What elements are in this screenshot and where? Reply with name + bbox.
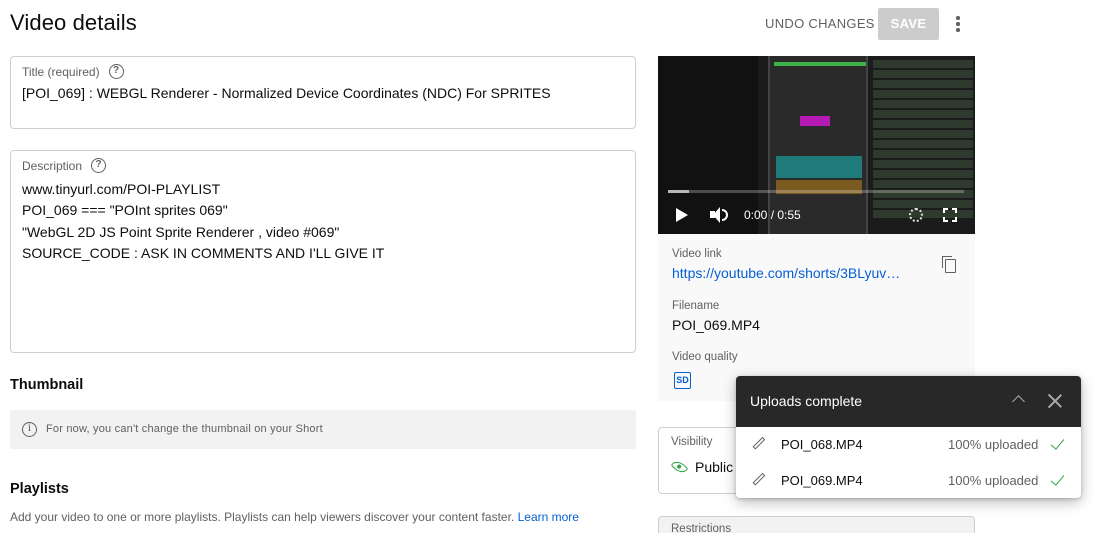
description-line: SOURCE_CODE : ASK IN COMMENTS AND I'LL G… — [22, 245, 385, 262]
description-line: POI_069 === "POInt sprites 069" — [22, 202, 228, 219]
video-progress-loaded — [668, 190, 689, 193]
video-link-label: Video link — [672, 248, 722, 260]
restrictions-label: Restrictions — [671, 523, 732, 533]
help-icon[interactable]: ? — [108, 64, 124, 79]
help-icon[interactable]: ? — [91, 158, 107, 173]
filename-value: POI_069.MP4 — [672, 317, 760, 333]
playlists-description-text: Add your video to one or more playlists.… — [10, 510, 515, 524]
pencil-icon[interactable] — [752, 436, 765, 450]
upload-item: POI_068.MP4 100% uploaded — [736, 427, 1081, 463]
title-field-label: Title (required) ? — [22, 64, 124, 79]
upload-item: POI_069.MP4 100% uploaded — [736, 463, 1081, 498]
eye-icon — [670, 458, 689, 476]
description-field[interactable]: Description ? www.tinyurl.com/POI-PLAYLI… — [10, 150, 636, 353]
video-player[interactable]: 0:00 / 0:55 — [658, 56, 975, 234]
thumbnail-note: i For now, you can't change the thumbnai… — [10, 410, 636, 449]
playlists-description: Add your video to one or more playlists.… — [10, 510, 579, 524]
video-card: 0:00 / 0:55 Video link https://youtube.c… — [658, 56, 975, 401]
more-dot — [956, 22, 960, 26]
more-dot — [956, 28, 960, 32]
volume-icon[interactable] — [710, 206, 730, 224]
description-line: "WebGL 2D JS Point Sprite Renderer , vid… — [22, 223, 340, 240]
chevron-up-icon[interactable] — [1012, 395, 1025, 408]
toast-title: Uploads complete — [750, 393, 863, 409]
restrictions-box[interactable]: Restrictions — [658, 516, 975, 533]
description-field-label: Description ? — [22, 158, 107, 173]
thumbnail-heading: Thumbnail — [10, 377, 84, 393]
upload-status: 100% uploaded — [948, 437, 1039, 452]
play-icon[interactable] — [676, 208, 688, 222]
fullscreen-icon[interactable] — [943, 208, 957, 222]
more-vert-icon[interactable] — [946, 10, 970, 38]
page-title: Video details — [10, 10, 137, 35]
upload-status: 100% uploaded — [948, 473, 1039, 488]
description-label-text: Description — [22, 158, 83, 173]
check-icon — [1050, 435, 1065, 450]
undo-changes-button[interactable]: UNDO CHANGES — [756, 8, 884, 40]
learn-more-link[interactable]: Learn more — [518, 510, 579, 524]
video-frame-left — [658, 56, 758, 234]
upload-file-name[interactable]: POI_069.MP4 — [781, 473, 863, 488]
toast-header: Uploads complete — [736, 376, 1081, 427]
playlists-heading: Playlists — [10, 481, 69, 497]
pencil-icon[interactable] — [752, 472, 765, 486]
close-icon[interactable] — [1047, 393, 1063, 409]
video-link[interactable]: https://youtube.com/shorts/3BLyuv… — [672, 265, 900, 281]
description-line: www.tinyurl.com/POI-PLAYLIST — [22, 181, 221, 197]
video-progress-bar[interactable] — [668, 190, 964, 193]
copy-icon[interactable] — [942, 256, 956, 273]
title-input[interactable]: [POI_069] : WEBGL Renderer - Normalized … — [22, 85, 551, 101]
title-label-text: Title (required) — [22, 64, 100, 79]
info-icon: i — [22, 422, 37, 437]
sd-quality-icon: SD — [674, 372, 691, 389]
title-field[interactable]: Title (required) ? [POI_069] : WEBGL Ren… — [10, 56, 636, 129]
visibility-value: Public — [695, 459, 734, 475]
filename-label: Filename — [672, 300, 720, 312]
thumbnail-note-text: For now, you can't change the thumbnail … — [46, 423, 323, 435]
check-icon — [1050, 471, 1065, 486]
video-quality-label: Video quality — [672, 351, 738, 363]
uploads-toast: Uploads complete POI_068.MP4 100% upload… — [736, 376, 1081, 498]
description-input[interactable]: www.tinyurl.com/POI-PLAYLIST POI_069 ===… — [22, 179, 384, 265]
video-time: 0:00 / 0:55 — [744, 208, 801, 222]
video-frame-code — [873, 60, 973, 220]
gear-icon[interactable] — [909, 208, 923, 222]
more-dot — [956, 16, 960, 20]
save-button[interactable]: SAVE — [878, 8, 939, 40]
upload-file-name[interactable]: POI_068.MP4 — [781, 437, 863, 452]
visibility-label: Visibility — [671, 436, 713, 448]
